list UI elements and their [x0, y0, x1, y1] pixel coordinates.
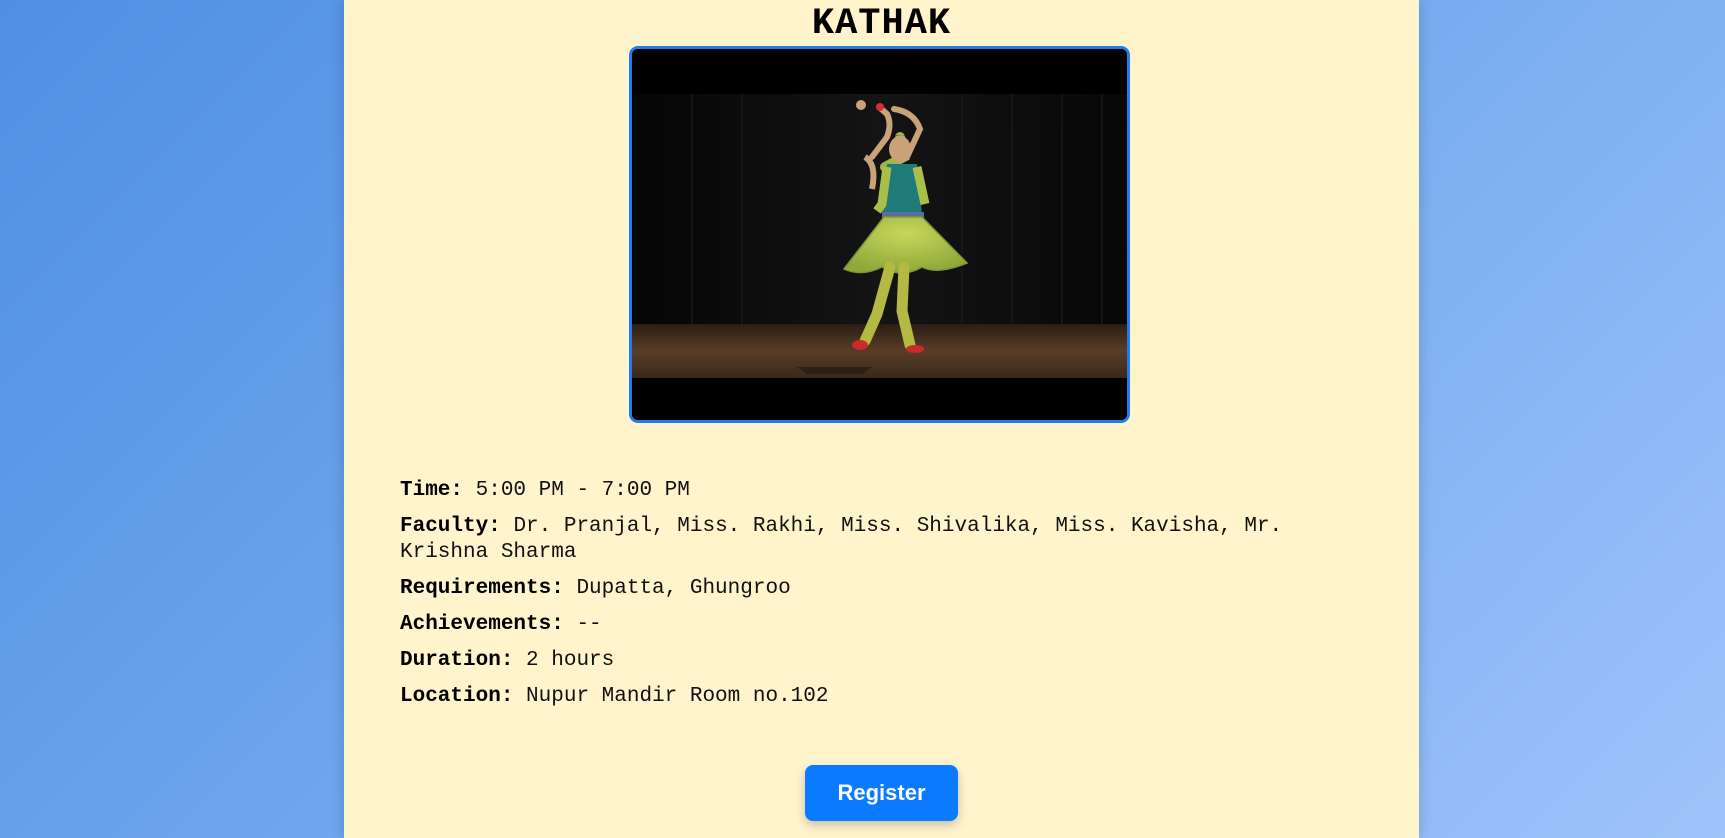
detail-faculty: Faculty: Dr. Pranjal, Miss. Rakhi, Miss.…	[400, 514, 1370, 566]
event-details: Time: 5:00 PM - 7:00 PM Faculty: Dr. Pra…	[400, 478, 1370, 720]
page-title: KATHAK	[811, 3, 952, 45]
detail-label: Achievements:	[400, 613, 564, 636]
event-card: KATHAK Time: 5:00 PM - 7:00 PM Faculty: …	[344, 0, 1419, 838]
detail-label: Location:	[400, 685, 514, 708]
detail-label: Duration:	[400, 649, 514, 672]
dancer-photo	[629, 46, 1130, 423]
detail-value: 5:00 PM - 7:00 PM	[475, 479, 690, 502]
detail-time: Time: 5:00 PM - 7:00 PM	[400, 478, 1370, 504]
dancer-image	[632, 49, 1127, 420]
detail-value: --	[576, 613, 602, 636]
detail-label: Time:	[400, 479, 464, 502]
detail-value: 2 hours	[526, 649, 615, 672]
detail-achievements: Achievements: --	[400, 612, 1370, 638]
detail-location: Location: Nupur Mandir Room no.102	[400, 684, 1370, 710]
register-button[interactable]: Register	[805, 765, 958, 821]
detail-duration: Duration: 2 hours	[400, 648, 1370, 674]
detail-requirements: Requirements: Dupatta, Ghungroo	[400, 576, 1370, 602]
detail-label: Faculty:	[400, 515, 501, 538]
detail-value: Nupur Mandir Room no.102	[526, 685, 829, 708]
detail-value: Dupatta, Ghungroo	[576, 577, 791, 600]
detail-value: Dr. Pranjal, Miss. Rakhi, Miss. Shivalik…	[400, 515, 1283, 564]
detail-label: Requirements:	[400, 577, 564, 600]
